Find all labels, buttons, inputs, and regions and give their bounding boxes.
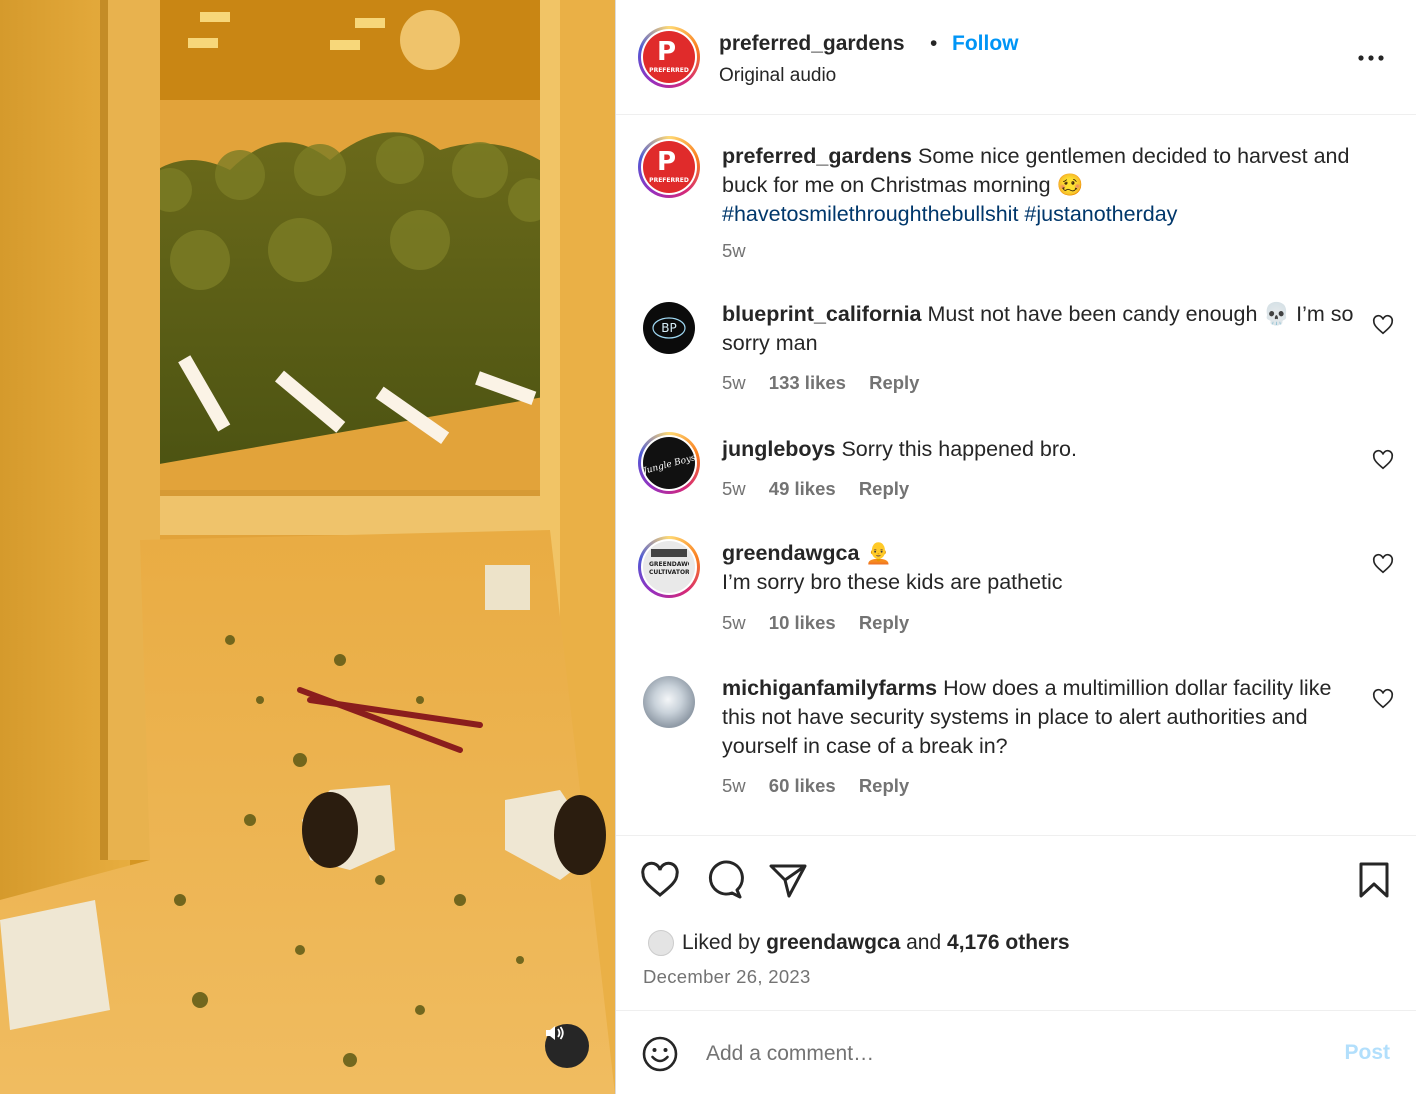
comment-likes[interactable]: 133 likes — [769, 372, 846, 393]
reply-button[interactable]: Reply — [869, 372, 919, 393]
commenter-avatar[interactable]: Jungle Boys — [638, 432, 700, 494]
speaker-icon — [546, 1026, 564, 1040]
blueprint-logo-icon: BP — [643, 302, 695, 354]
author-username[interactable]: preferred_gardens — [719, 32, 905, 56]
comment-meta: 5w 10 likes Reply — [722, 612, 927, 634]
preferred-logo-icon: P PREFERRED — [643, 141, 695, 193]
comment-text: jungleboys Sorry this happened bro. — [722, 435, 1362, 464]
reply-button[interactable]: Reply — [859, 775, 909, 796]
comment-time[interactable]: 5w — [722, 372, 746, 393]
hashtag-link[interactable]: #havetosmilethroughthebullshit — [722, 202, 1018, 226]
liker-avatar[interactable] — [648, 930, 674, 956]
add-comment-bar: Post — [616, 1010, 1416, 1095]
more-options-icon[interactable] — [1356, 46, 1386, 70]
caption-meta: 5w — [722, 240, 764, 262]
heart-icon[interactable] — [1372, 314, 1394, 336]
heart-icon[interactable] — [1372, 449, 1394, 471]
svg-text:BP: BP — [661, 321, 676, 335]
comment-likes[interactable]: 49 likes — [769, 478, 836, 499]
heart-icon[interactable] — [1372, 688, 1394, 710]
jungleboys-logo-icon: Jungle Boys — [643, 437, 695, 489]
comment-likes[interactable]: 10 likes — [769, 612, 836, 633]
commenter-avatar[interactable]: BP — [638, 297, 700, 359]
hashtag-link[interactable]: #justanotherday — [1024, 202, 1177, 226]
comment-input[interactable] — [704, 1035, 1308, 1073]
caption-avatar[interactable]: P PREFERRED — [638, 136, 700, 198]
comment-body: I’m sorry bro these kids are pathetic — [722, 570, 1063, 594]
liked-by-others[interactable]: 4,176 others — [947, 931, 1070, 955]
follow-button[interactable]: Follow — [952, 32, 1019, 56]
commenter-avatar[interactable]: GREENDAWG CULTIVATORS — [638, 536, 700, 598]
comment-username[interactable]: michiganfamilyfarms — [722, 676, 937, 700]
comment-time[interactable]: 5w — [722, 775, 746, 796]
comment-body: Sorry this happened bro. — [841, 437, 1077, 461]
grow-room-photo — [0, 0, 615, 1094]
greendawg-logo-icon: GREENDAWG CULTIVATORS — [643, 541, 695, 593]
reply-button[interactable]: Reply — [859, 612, 909, 633]
svg-text:Jungle Boys: Jungle Boys — [643, 453, 695, 477]
caption-text: preferred_gardens Some nice gentlemen de… — [722, 142, 1362, 229]
comment-likes[interactable]: 60 likes — [769, 775, 836, 796]
comment-emoji: 🧑‍🦲 — [865, 541, 893, 565]
emoji-icon[interactable] — [641, 1035, 679, 1073]
comment-time[interactable]: 5w — [722, 612, 746, 633]
comment-text: greendawgca 🧑‍🦲 I’m sorry bro these kids… — [722, 539, 1362, 597]
caption-username[interactable]: preferred_gardens — [722, 144, 912, 168]
author-avatar[interactable]: P PREFERRED — [638, 26, 700, 88]
mute-button[interactable] — [545, 1024, 589, 1068]
separator-dot: • — [930, 32, 938, 55]
commenter-avatar[interactable] — [638, 671, 700, 733]
comment-meta: 5w 133 likes Reply — [722, 372, 937, 394]
bookmark-icon[interactable] — [1354, 860, 1394, 900]
caption-time[interactable]: 5w — [722, 240, 746, 261]
share-icon[interactable] — [768, 860, 808, 900]
michiganfamilyfarms-avatar-icon — [643, 676, 695, 728]
comment-text: michiganfamilyfarms How does a multimill… — [722, 674, 1362, 761]
post-header: P PREFERRED preferred_gardens • Follow O… — [616, 0, 1416, 115]
comment-time[interactable]: 5w — [722, 478, 746, 499]
liked-by-user[interactable]: greendawgca — [766, 931, 900, 955]
heart-icon[interactable] — [640, 860, 680, 900]
reply-button[interactable]: Reply — [859, 478, 909, 499]
comment-text: blueprint_california Must not have been … — [722, 300, 1362, 358]
comment-username[interactable]: greendawgca — [722, 541, 859, 565]
post-date[interactable]: December 26, 2023 — [643, 966, 811, 988]
preferred-logo-icon: P PREFERRED — [643, 31, 695, 83]
post-side-panel: P PREFERRED preferred_gardens • Follow O… — [615, 0, 1416, 1094]
audio-label[interactable]: Original audio — [719, 65, 836, 87]
post-media[interactable] — [0, 0, 615, 1094]
comment-meta: 5w 49 likes Reply — [722, 478, 927, 500]
comment-username[interactable]: jungleboys — [722, 437, 835, 461]
comment-icon[interactable] — [704, 860, 744, 900]
comment-meta: 5w 60 likes Reply — [722, 775, 927, 797]
comment-username[interactable]: blueprint_california — [722, 302, 922, 326]
heart-icon[interactable] — [1372, 553, 1394, 575]
post-comment-button[interactable]: Post — [1344, 1041, 1390, 1065]
liked-by-prefix: Liked by — [682, 931, 761, 954]
liked-by: Liked by greendawgca and 4,176 others — [648, 928, 1070, 958]
post-actions: Liked by greendawgca and 4,176 others De… — [616, 835, 1416, 1011]
liked-by-conj: and — [906, 931, 942, 954]
